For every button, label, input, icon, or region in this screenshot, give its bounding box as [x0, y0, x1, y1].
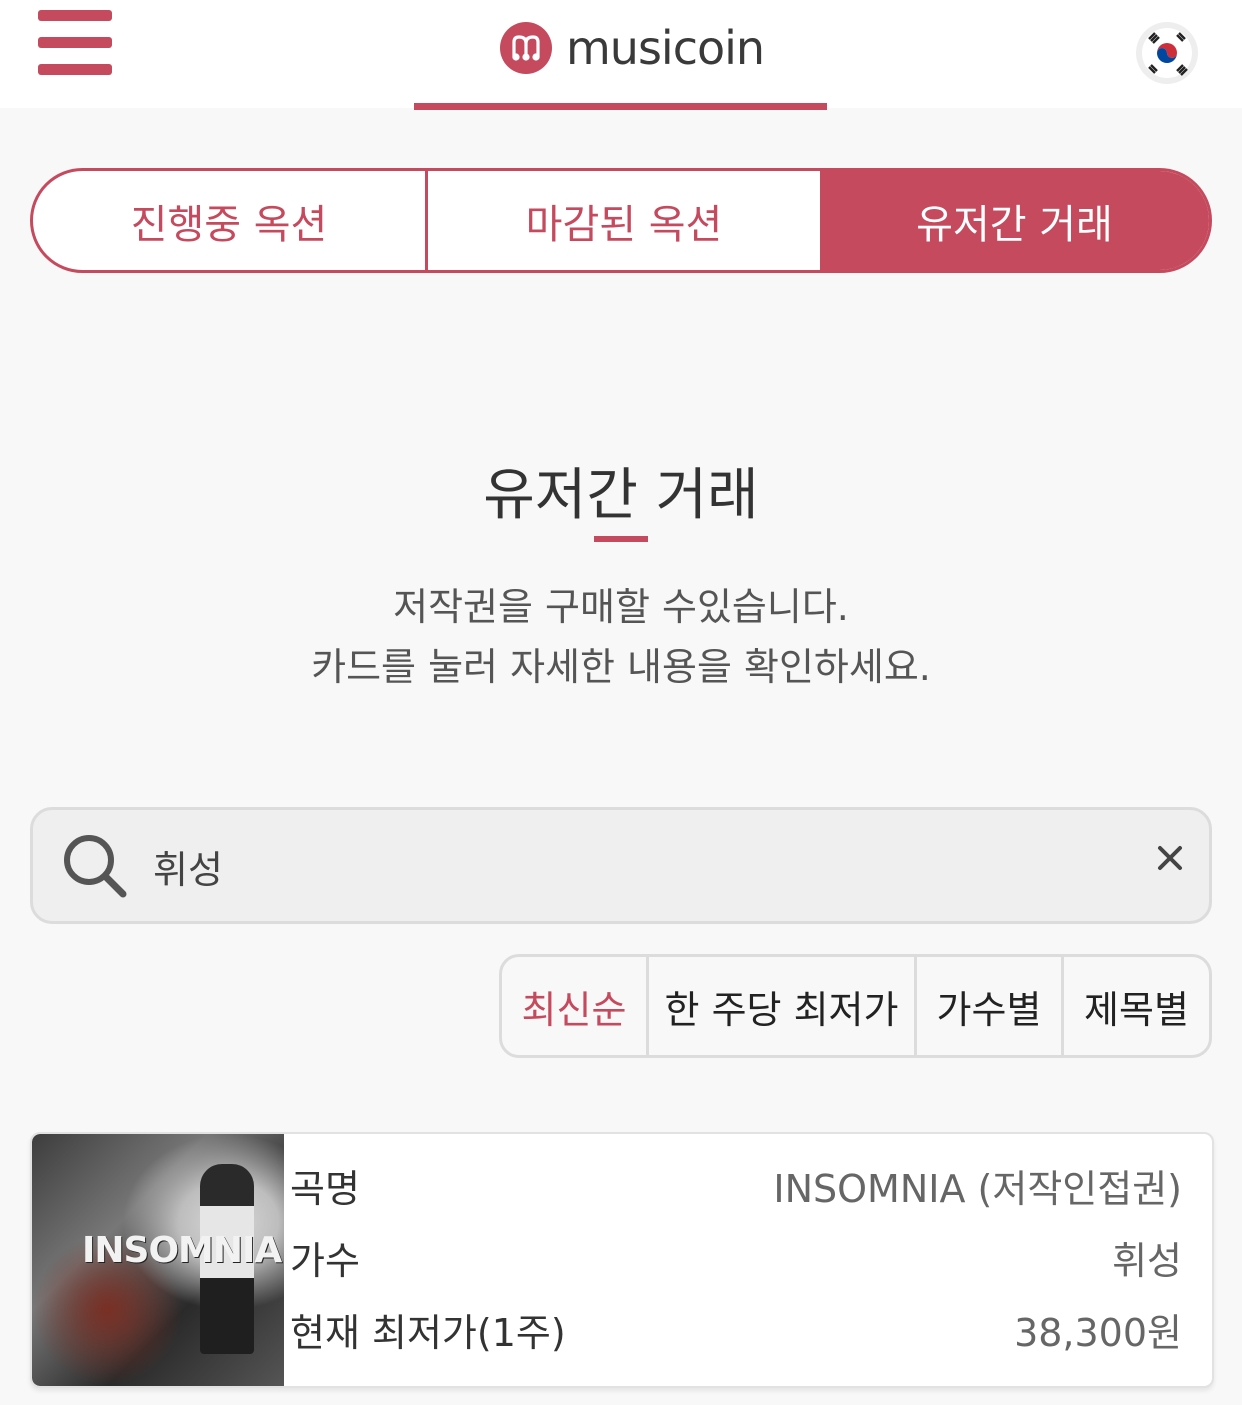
- artist-label: 가수: [290, 1239, 360, 1283]
- card-row-title: 곡명 INSOMNIA (저작인접권): [290, 1158, 1182, 1218]
- description-line-2: 카드를 눌러 자세한 내용을 확인하세요.: [311, 645, 931, 689]
- logo-text: musicoin: [566, 21, 765, 75]
- tab-user-trade[interactable]: 유저간 거래: [820, 171, 1209, 270]
- title-accent-bar: [594, 536, 648, 542]
- search-input[interactable]: [151, 828, 1111, 904]
- sort-latest-button[interactable]: 최신순: [502, 957, 649, 1055]
- lowest-price-value: 38,300원: [1014, 1311, 1182, 1355]
- musicoin-logo[interactable]: musicoin: [500, 20, 765, 76]
- page-title: 유저간 거래: [483, 463, 759, 528]
- card-row-price: 현재 최저가(1주) 38,300원: [290, 1302, 1182, 1362]
- lowest-price-label: 현재 최저가(1주): [290, 1311, 566, 1355]
- auction-tabs: 진행중 옥션 마감된 옥션 유저간 거래: [30, 168, 1212, 273]
- song-title-label: 곡명: [290, 1167, 360, 1211]
- search-icon[interactable]: [61, 832, 129, 900]
- song-title-value: INSOMNIA (저작인접권): [773, 1167, 1182, 1211]
- tab-closed-auction[interactable]: 마감된 옥션: [428, 171, 820, 270]
- sort-lowest-price-button[interactable]: 한 주당 최저가: [649, 957, 917, 1055]
- album-art: INSOMNIA: [32, 1134, 284, 1386]
- sort-artist-button[interactable]: 가수별: [917, 957, 1064, 1055]
- song-card[interactable]: INSOMNIA 곡명 INSOMNIA (저작인접권) 가수 휘성 현재 최저…: [30, 1132, 1214, 1388]
- album-art-text: INSOMNIA: [82, 1230, 282, 1271]
- logo-mark-icon: [500, 22, 552, 74]
- header-underline: [414, 103, 827, 110]
- description-line-1: 저작권을 구매할 수있습니다.: [393, 585, 849, 629]
- card-row-artist: 가수 휘성: [290, 1230, 1182, 1290]
- sort-options: 최신순 한 주당 최저가 가수별 제목별: [499, 954, 1212, 1058]
- app-header: musicoin: [0, 0, 1242, 110]
- search-bar: [30, 807, 1212, 924]
- close-icon[interactable]: [1150, 838, 1190, 878]
- tab-ongoing-auction[interactable]: 진행중 옥션: [33, 171, 428, 270]
- korea-flag-icon[interactable]: [1136, 22, 1198, 84]
- artist-value: 휘성: [1112, 1239, 1182, 1283]
- hamburger-menu-icon[interactable]: [38, 10, 112, 76]
- sort-title-button[interactable]: 제목별: [1064, 957, 1209, 1055]
